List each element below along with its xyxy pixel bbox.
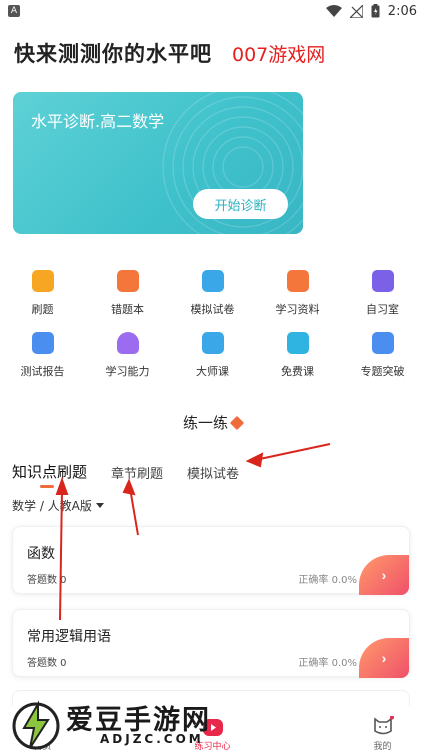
feature-label: 错题本 bbox=[111, 303, 144, 316]
practice-section-title: 练一练 bbox=[0, 412, 425, 433]
battery-icon bbox=[371, 4, 380, 18]
tab-mine[interactable]: 我的 bbox=[340, 706, 425, 756]
wifi-icon bbox=[325, 5, 342, 17]
notification-badge: A bbox=[8, 5, 20, 17]
check-report-icon bbox=[31, 332, 54, 354]
feature-study-room[interactable]: 自习室 bbox=[340, 266, 425, 328]
feature-free-class[interactable]: 免费课 bbox=[255, 328, 340, 390]
feature-label: 测试报告 bbox=[20, 365, 65, 378]
status-icons: 2:06 bbox=[325, 3, 417, 19]
page-header: 快来测测你的水平吧 007游戏网 bbox=[14, 38, 325, 68]
play-screen-icon bbox=[286, 332, 309, 354]
feature-label: 模拟试卷 bbox=[190, 303, 235, 316]
status-bar: A 2:06 bbox=[0, 0, 425, 22]
banner-title: 水平诊断.高二数学 bbox=[31, 112, 165, 131]
status-time: 2:06 bbox=[387, 3, 417, 19]
pencil-icon bbox=[31, 270, 54, 292]
feature-row-2: 测试报告 学习能力 大师课 免费课 专题突破 bbox=[0, 328, 425, 390]
arrow-tab-mock-exam bbox=[254, 443, 331, 461]
no-signal-icon bbox=[349, 4, 363, 18]
feature-label: 大师课 bbox=[196, 365, 229, 378]
answer-count: 答题数 0 bbox=[27, 658, 67, 669]
feature-mistakes[interactable]: 错题本 bbox=[85, 266, 170, 328]
accuracy-rate: 正确率 0.0% bbox=[298, 575, 357, 586]
feature-label: 学习能力 bbox=[105, 365, 150, 378]
feature-materials[interactable]: 学习资料 bbox=[255, 266, 340, 328]
tab-knowledge-points[interactable]: 知识点刷题 bbox=[12, 461, 87, 488]
feature-label: 学习资料 bbox=[275, 303, 320, 316]
lightbulb-icon bbox=[116, 332, 139, 354]
topic-card[interactable]: 函数 答题数 0 正确率 0.0% › bbox=[12, 526, 410, 595]
tab-chapters[interactable]: 章节刷题 bbox=[111, 463, 163, 482]
exam-paper-icon bbox=[201, 270, 224, 292]
go-arrow-button[interactable]: › bbox=[359, 638, 409, 678]
feature-grid: 刷题 错题本 模拟试卷 学习资料 自习室 测试报告 学习能力 大师课 免费课 专… bbox=[0, 266, 425, 390]
feature-test-report[interactable]: 测试报告 bbox=[0, 328, 85, 390]
thumbs-up-icon bbox=[201, 332, 224, 354]
practice-title-text: 练一练 bbox=[182, 414, 228, 432]
go-arrow-button[interactable]: › bbox=[359, 555, 409, 595]
tab-mock-exam[interactable]: 模拟试卷 bbox=[187, 463, 239, 482]
topic-title: 函数 bbox=[27, 546, 55, 562]
feature-master-class[interactable]: 大师课 bbox=[170, 328, 255, 390]
accuracy-rate: 正确率 0.0% bbox=[298, 658, 357, 669]
watermark-text: 007游戏网 bbox=[232, 43, 326, 66]
feature-practice[interactable]: 刷题 bbox=[0, 266, 85, 328]
start-diagnosis-button[interactable]: 开始诊断 bbox=[193, 189, 288, 219]
subject-selector[interactable]: 数学 / 人教A版 bbox=[12, 497, 104, 514]
star-bookmark-icon bbox=[371, 332, 394, 354]
subject-label: 数学 / 人教A版 bbox=[12, 499, 92, 513]
feature-topics[interactable]: 专题突破 bbox=[340, 328, 425, 390]
topic-card[interactable]: 常用逻辑用语 答题数 0 正确率 0.0% › bbox=[12, 609, 410, 678]
tab-mine-label: 我的 bbox=[373, 742, 392, 752]
caret-down-icon bbox=[95, 503, 104, 508]
feature-label: 刷题 bbox=[31, 303, 54, 316]
feature-label: 专题突破 bbox=[360, 365, 405, 378]
feature-label: 自习室 bbox=[366, 303, 399, 316]
site-logo-watermark: 爱豆手游网 ADJZC.COM bbox=[8, 694, 268, 756]
logo-subtext: ADJZC.COM bbox=[100, 732, 204, 746]
blank-icon bbox=[287, 729, 309, 749]
diagnosis-banner[interactable]: 水平诊断.高二数学 开始诊断 bbox=[13, 92, 303, 234]
page-title: 快来测测你的水平吧 bbox=[14, 42, 212, 66]
feature-mock-exam[interactable]: 模拟试卷 bbox=[170, 266, 255, 328]
lightning-logo-icon bbox=[12, 700, 60, 750]
cat-face-icon bbox=[372, 715, 394, 736]
practice-tabs: 知识点刷题 章节刷题 模拟试卷 bbox=[12, 456, 263, 488]
tv-icon bbox=[371, 270, 394, 292]
feature-ability[interactable]: 学习能力 bbox=[85, 328, 170, 390]
notebook-icon bbox=[116, 270, 139, 292]
feature-label: 免费课 bbox=[281, 365, 314, 378]
answer-count: 答题数 0 bbox=[27, 575, 67, 586]
feature-row-1: 刷题 错题本 模拟试卷 学习资料 自习室 bbox=[0, 266, 425, 328]
book-icon bbox=[286, 270, 309, 292]
pencil-icon bbox=[229, 415, 245, 431]
topic-title: 常用逻辑用语 bbox=[27, 629, 111, 645]
